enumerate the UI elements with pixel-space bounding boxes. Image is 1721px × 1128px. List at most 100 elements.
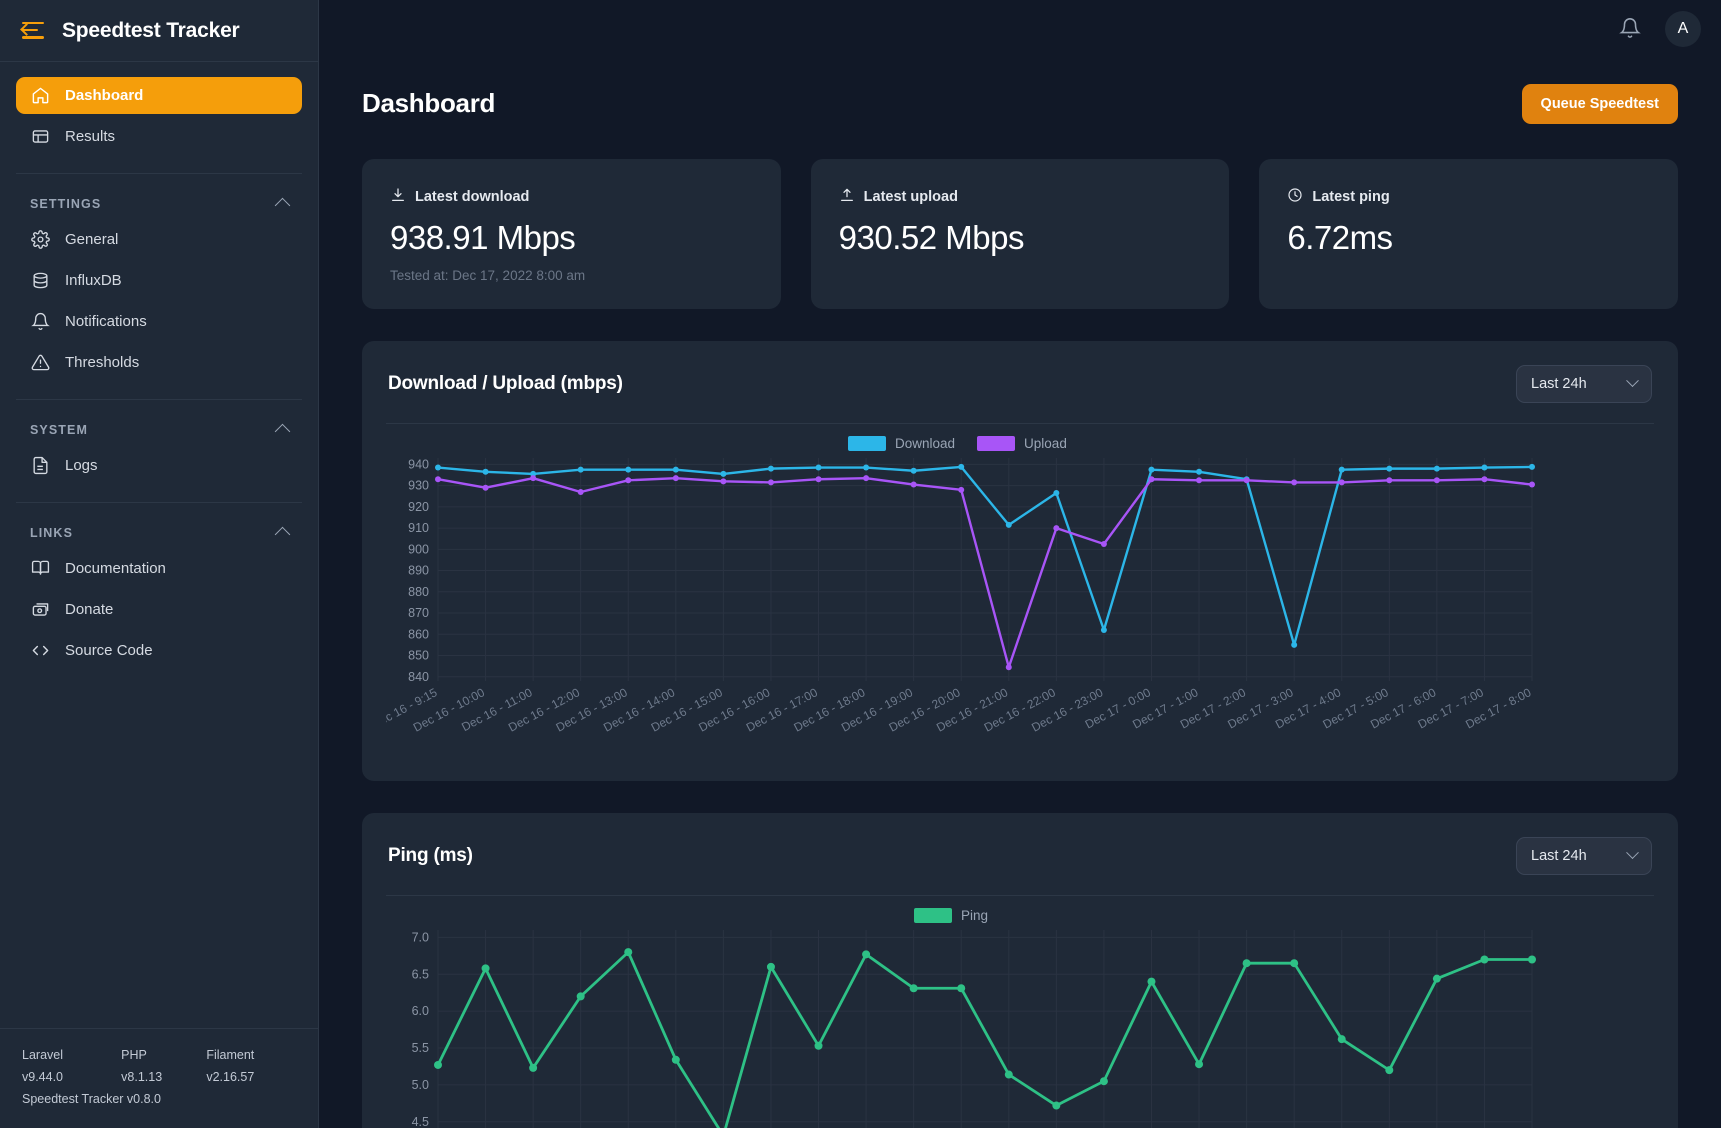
data-point[interactable] — [1433, 476, 1440, 483]
data-point[interactable] — [1005, 663, 1012, 670]
legend-item[interactable]: Upload — [977, 435, 1067, 451]
sidebar-item-source-code[interactable]: Source Code — [16, 632, 302, 669]
legend-swatch — [914, 907, 952, 923]
data-point[interactable] — [1386, 476, 1393, 483]
data-point[interactable] — [529, 1063, 538, 1072]
data-point[interactable] — [1480, 955, 1489, 964]
topbar: A — [319, 0, 1721, 58]
data-point[interactable] — [766, 962, 775, 971]
sidebar-item-influxdb[interactable]: InfluxDB — [16, 262, 302, 299]
data-point[interactable] — [1337, 1034, 1346, 1043]
data-point[interactable] — [1005, 521, 1012, 528]
data-point[interactable] — [1529, 481, 1535, 488]
data-point[interactable] — [1290, 958, 1299, 967]
data-point[interactable] — [1196, 468, 1203, 475]
data-point[interactable] — [1242, 958, 1251, 967]
sidebar-item-documentation[interactable]: Documentation — [16, 550, 302, 587]
data-point[interactable] — [910, 467, 917, 474]
data-point[interactable] — [720, 477, 727, 484]
data-point[interactable] — [576, 991, 585, 1000]
data-point[interactable] — [720, 470, 727, 477]
data-point[interactable] — [482, 484, 489, 491]
data-point[interactable] — [1100, 626, 1107, 633]
data-point[interactable] — [1528, 955, 1536, 964]
data-point[interactable] — [1148, 466, 1155, 473]
data-point[interactable] — [815, 475, 822, 482]
legend-label: Ping — [961, 907, 989, 923]
data-point[interactable] — [814, 1041, 823, 1050]
page-title: Dashboard — [362, 88, 496, 119]
data-point[interactable] — [1100, 540, 1107, 547]
data-point[interactable] — [1052, 1101, 1061, 1110]
sidebar-section-settings-header[interactable]: SETTINGS — [0, 174, 318, 221]
hamburger-collapse-icon[interactable] — [20, 21, 44, 40]
data-point[interactable] — [909, 983, 918, 992]
brand-title: Speedtest Tracker — [62, 18, 240, 42]
sidebar-item-results[interactable]: Results — [16, 118, 302, 155]
data-point[interactable] — [625, 466, 632, 473]
data-point[interactable] — [958, 486, 965, 493]
data-point[interactable] — [1529, 463, 1535, 470]
data-point[interactable] — [863, 474, 870, 481]
data-point[interactable] — [624, 947, 633, 956]
bell-icon[interactable] — [1619, 17, 1643, 41]
sidebar-item-general[interactable]: General — [16, 221, 302, 258]
data-point[interactable] — [1433, 465, 1440, 472]
legend-item[interactable]: Download — [848, 435, 955, 451]
data-point[interactable] — [815, 464, 822, 471]
data-point[interactable] — [625, 476, 632, 483]
data-point[interactable] — [482, 468, 489, 475]
data-point[interactable] — [577, 466, 584, 473]
data-point[interactable] — [1291, 479, 1298, 486]
y-axis-tick-label: 880 — [408, 584, 429, 598]
data-point[interactable] — [1243, 476, 1250, 483]
sidebar-section-system-header[interactable]: SYSTEM — [0, 400, 318, 447]
data-point[interactable] — [435, 464, 441, 471]
y-axis-tick-label: 890 — [408, 563, 429, 577]
data-point[interactable] — [530, 474, 537, 481]
queue-speedtest-button[interactable]: Queue Speedtest — [1521, 83, 1678, 124]
data-point[interactable] — [1338, 479, 1345, 486]
data-point[interactable] — [1099, 1076, 1108, 1085]
tracker-version: Speedtest Tracker v0.8.0 — [22, 1092, 161, 1106]
data-point[interactable] — [863, 464, 870, 471]
sidebar-item-donate[interactable]: Donate — [16, 591, 302, 628]
chevron-down-icon — [1626, 374, 1639, 388]
data-point[interactable] — [671, 1055, 680, 1064]
data-point[interactable] — [1147, 977, 1156, 986]
data-point[interactable] — [1195, 1059, 1204, 1068]
data-point[interactable] — [672, 466, 679, 473]
data-point[interactable] — [435, 475, 441, 482]
sidebar-item-logs[interactable]: Logs — [16, 447, 302, 484]
avatar[interactable]: A — [1665, 10, 1701, 47]
data-point[interactable] — [672, 474, 679, 481]
data-point[interactable] — [1053, 524, 1060, 531]
sidebar-item-notifications[interactable]: Notifications — [16, 303, 302, 340]
data-point[interactable] — [1481, 475, 1488, 482]
data-point[interactable] — [767, 465, 774, 472]
data-point[interactable] — [1481, 464, 1488, 471]
range-select-speed[interactable]: Last 24h — [1516, 364, 1652, 403]
data-point[interactable] — [1385, 1065, 1394, 1074]
data-point[interactable] — [577, 488, 584, 495]
sidebar-item-dashboard[interactable]: Dashboard — [16, 77, 302, 114]
data-point[interactable] — [1053, 489, 1060, 496]
data-point[interactable] — [1291, 641, 1298, 648]
range-select-ping[interactable]: Last 24h — [1516, 836, 1652, 875]
legend-item[interactable]: Ping — [914, 907, 989, 923]
data-point[interactable] — [1148, 475, 1155, 482]
data-point[interactable] — [1386, 465, 1393, 472]
data-point[interactable] — [1196, 476, 1203, 483]
data-point[interactable] — [767, 479, 774, 486]
data-point[interactable] — [958, 463, 965, 470]
data-point[interactable] — [957, 983, 966, 992]
data-point[interactable] — [434, 1060, 442, 1069]
data-point[interactable] — [862, 949, 871, 958]
data-point[interactable] — [1004, 1070, 1013, 1079]
data-point[interactable] — [1432, 974, 1441, 983]
data-point[interactable] — [1338, 466, 1345, 473]
data-point[interactable] — [481, 963, 490, 972]
sidebar-item-thresholds[interactable]: Thresholds — [16, 344, 302, 381]
sidebar-section-links-header[interactable]: LINKS — [0, 503, 318, 550]
data-point[interactable] — [910, 481, 917, 488]
